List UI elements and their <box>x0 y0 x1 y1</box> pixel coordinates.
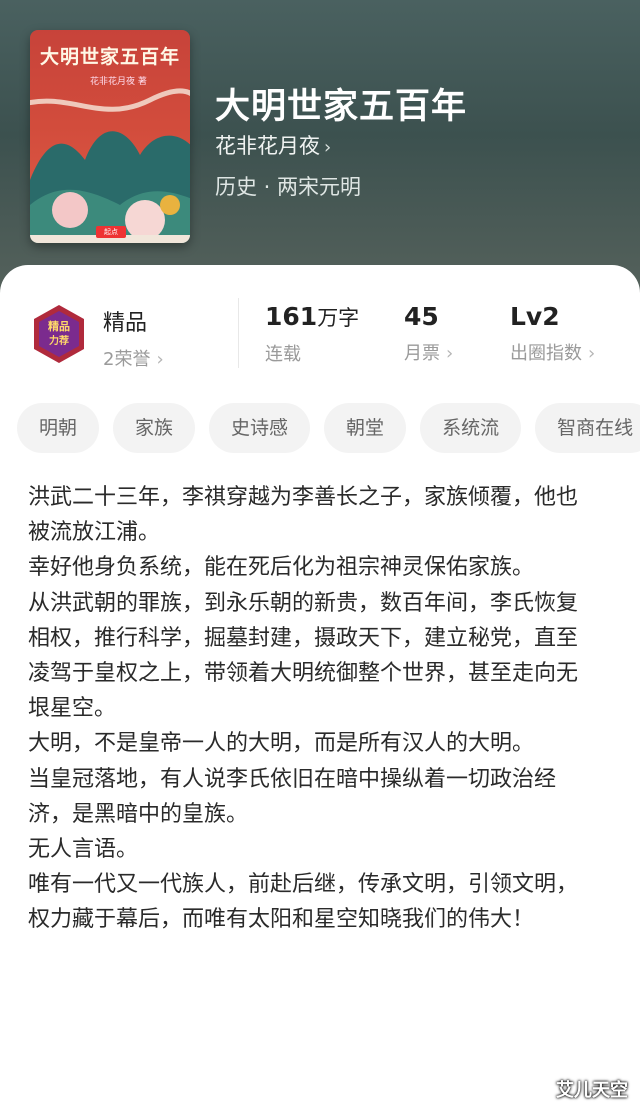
tag-chip[interactable]: 史诗感 <box>209 403 311 453</box>
book-cover[interactable]: 大明世家五百年 花非花月夜 著 起点 <box>30 30 190 243</box>
book-header: 大明世家五百年 花非花月夜 著 起点 大明世家五百年 花非花月夜 › 历史 · 两… <box>0 0 640 300</box>
cover-title: 大明世家五百年 <box>40 46 181 68</box>
book-title: 大明世家五百年 <box>215 86 468 127</box>
word-count-value: 161 <box>265 302 318 331</box>
quality-medal-icon: 精品 力荐 <box>34 305 84 363</box>
monthly-ticket-stat[interactable]: 45 月票 › <box>404 302 453 365</box>
author-name: 花非花月夜 <box>215 134 320 158</box>
popularity-label: 出圈指数 <box>510 343 582 364</box>
synopsis-paragraph: 当皇冠落地，有人说李氏依旧在暗中操纵着一切政治经济，是黑暗中的皇族。 <box>28 766 557 827</box>
tag-chip[interactable]: 系统流 <box>420 403 522 453</box>
cover-author: 花非花月夜 著 <box>90 77 147 87</box>
chevron-right-icon: › <box>156 349 164 370</box>
tag-list: 明朝 家族 史诗感 朝堂 系统流 智商在线 <box>17 403 640 453</box>
honors-count: 2荣誉 <box>103 349 151 370</box>
serial-status: 连载 <box>265 344 301 365</box>
synopsis-paragraph: 从洪武朝的罪族，到永乐朝的新贵，数百年间，李氏恢复相权，推行科学，掘墓封建，摄政… <box>28 590 579 722</box>
tag-chip[interactable]: 朝堂 <box>324 403 407 453</box>
svg-text:力荐: 力荐 <box>49 334 69 347</box>
book-genre: 历史 · 两宋元明 <box>215 175 362 199</box>
book-info-card: 精品 力荐 精品 2荣誉 › 161万字 连载 45 月票 › Lv2 出圈指数 › … <box>0 265 640 1110</box>
synopsis-paragraph: 无人言语。 <box>28 837 139 863</box>
quality-label: 精品 <box>103 311 148 336</box>
chevron-right-icon: › <box>588 343 596 364</box>
popularity-level: Lv2 <box>510 302 560 331</box>
synopsis-paragraph: 唯有一代又一代族人，前赴后继，传承文明，引领文明，权力藏于幕后，而唯有太阳和星空… <box>28 872 579 933</box>
quality-stat[interactable]: 精品 2荣誉 › <box>103 305 164 371</box>
author-link[interactable]: 花非花月夜 › <box>215 130 331 160</box>
synopsis: 洪武二十三年，李祺穿越为李善长之子，家族倾覆，他也被流放江浦。 幸好他身负系统，… <box>28 480 598 938</box>
honors-link[interactable]: 2荣誉 › <box>103 345 164 371</box>
svg-text:精品: 精品 <box>48 319 70 333</box>
tag-chip[interactable]: 家族 <box>113 403 196 453</box>
tag-chip[interactable]: 明朝 <box>17 403 100 453</box>
synopsis-paragraph: 洪武二十三年，李祺穿越为李善长之子，家族倾覆，他也被流放江浦。 <box>28 485 579 546</box>
chevron-right-icon: › <box>446 343 454 364</box>
popularity-stat[interactable]: Lv2 出圈指数 › <box>510 302 595 365</box>
watermark: 艾儿天空 <box>556 1080 628 1101</box>
synopsis-paragraph: 大明，不是皇帝一人的大明，而是所有汉人的大明。 <box>28 731 535 757</box>
ticket-count: 45 <box>404 302 439 331</box>
synopsis-paragraph: 幸好他身负系统，能在死后化为祖宗神灵保佑家族。 <box>28 555 535 581</box>
word-count-stat: 161万字 连载 <box>265 302 359 366</box>
divider <box>238 298 239 368</box>
chevron-right-icon: › <box>324 137 332 158</box>
word-count-unit: 万字 <box>317 306 360 330</box>
cover-badge: 起点 <box>96 226 126 238</box>
ticket-label: 月票 <box>404 343 440 364</box>
tag-chip[interactable]: 智商在线 <box>535 403 640 453</box>
